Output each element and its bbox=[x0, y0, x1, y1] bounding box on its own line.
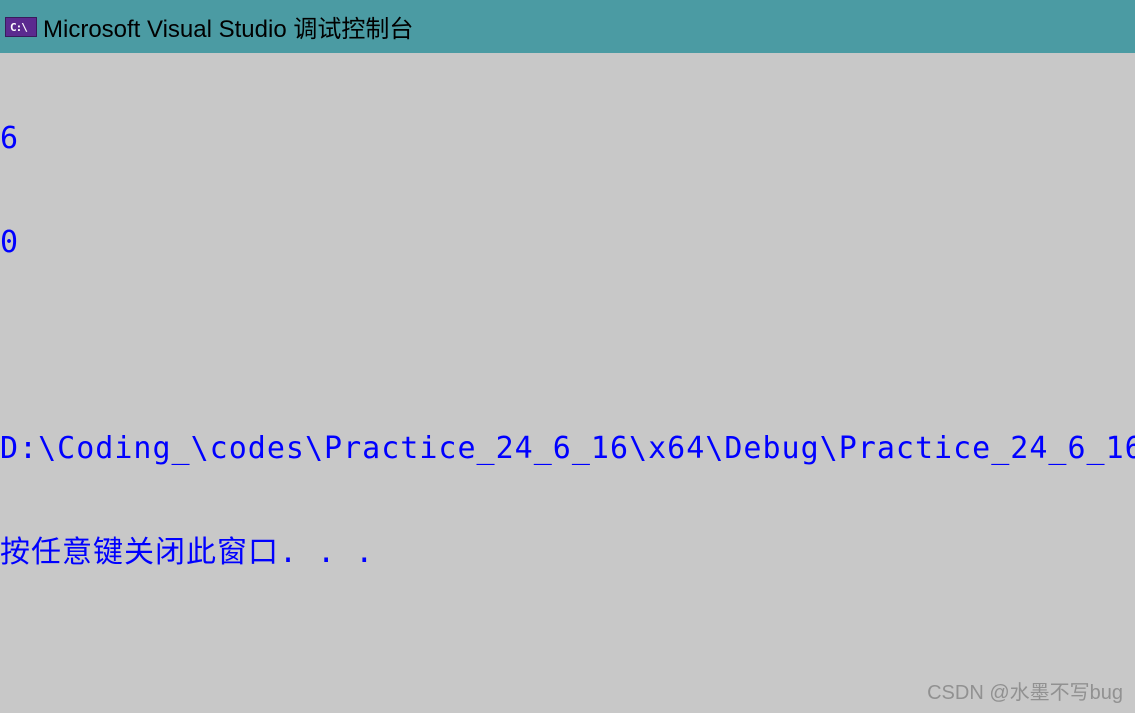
output-line: 按任意键关闭此窗口. . . bbox=[0, 536, 1135, 571]
window-title: Microsoft Visual Studio 调试控制台 bbox=[43, 9, 413, 44]
console-output-area[interactable]: 6 0 D:\Coding_\codes\Practice_24_6_16\x6… bbox=[0, 53, 1135, 605]
output-line: 6 bbox=[0, 122, 1135, 157]
watermark-text: CSDN @水墨不写bug bbox=[927, 676, 1123, 705]
output-line: 0 bbox=[0, 226, 1135, 261]
console-app-icon: C:\ bbox=[5, 17, 37, 37]
svg-text:C:\: C:\ bbox=[10, 21, 28, 34]
output-line: D:\Coding_\codes\Practice_24_6_16\x64\De… bbox=[0, 432, 1135, 467]
output-line bbox=[0, 329, 1135, 363]
title-bar: C:\ Microsoft Visual Studio 调试控制台 bbox=[0, 0, 1135, 53]
